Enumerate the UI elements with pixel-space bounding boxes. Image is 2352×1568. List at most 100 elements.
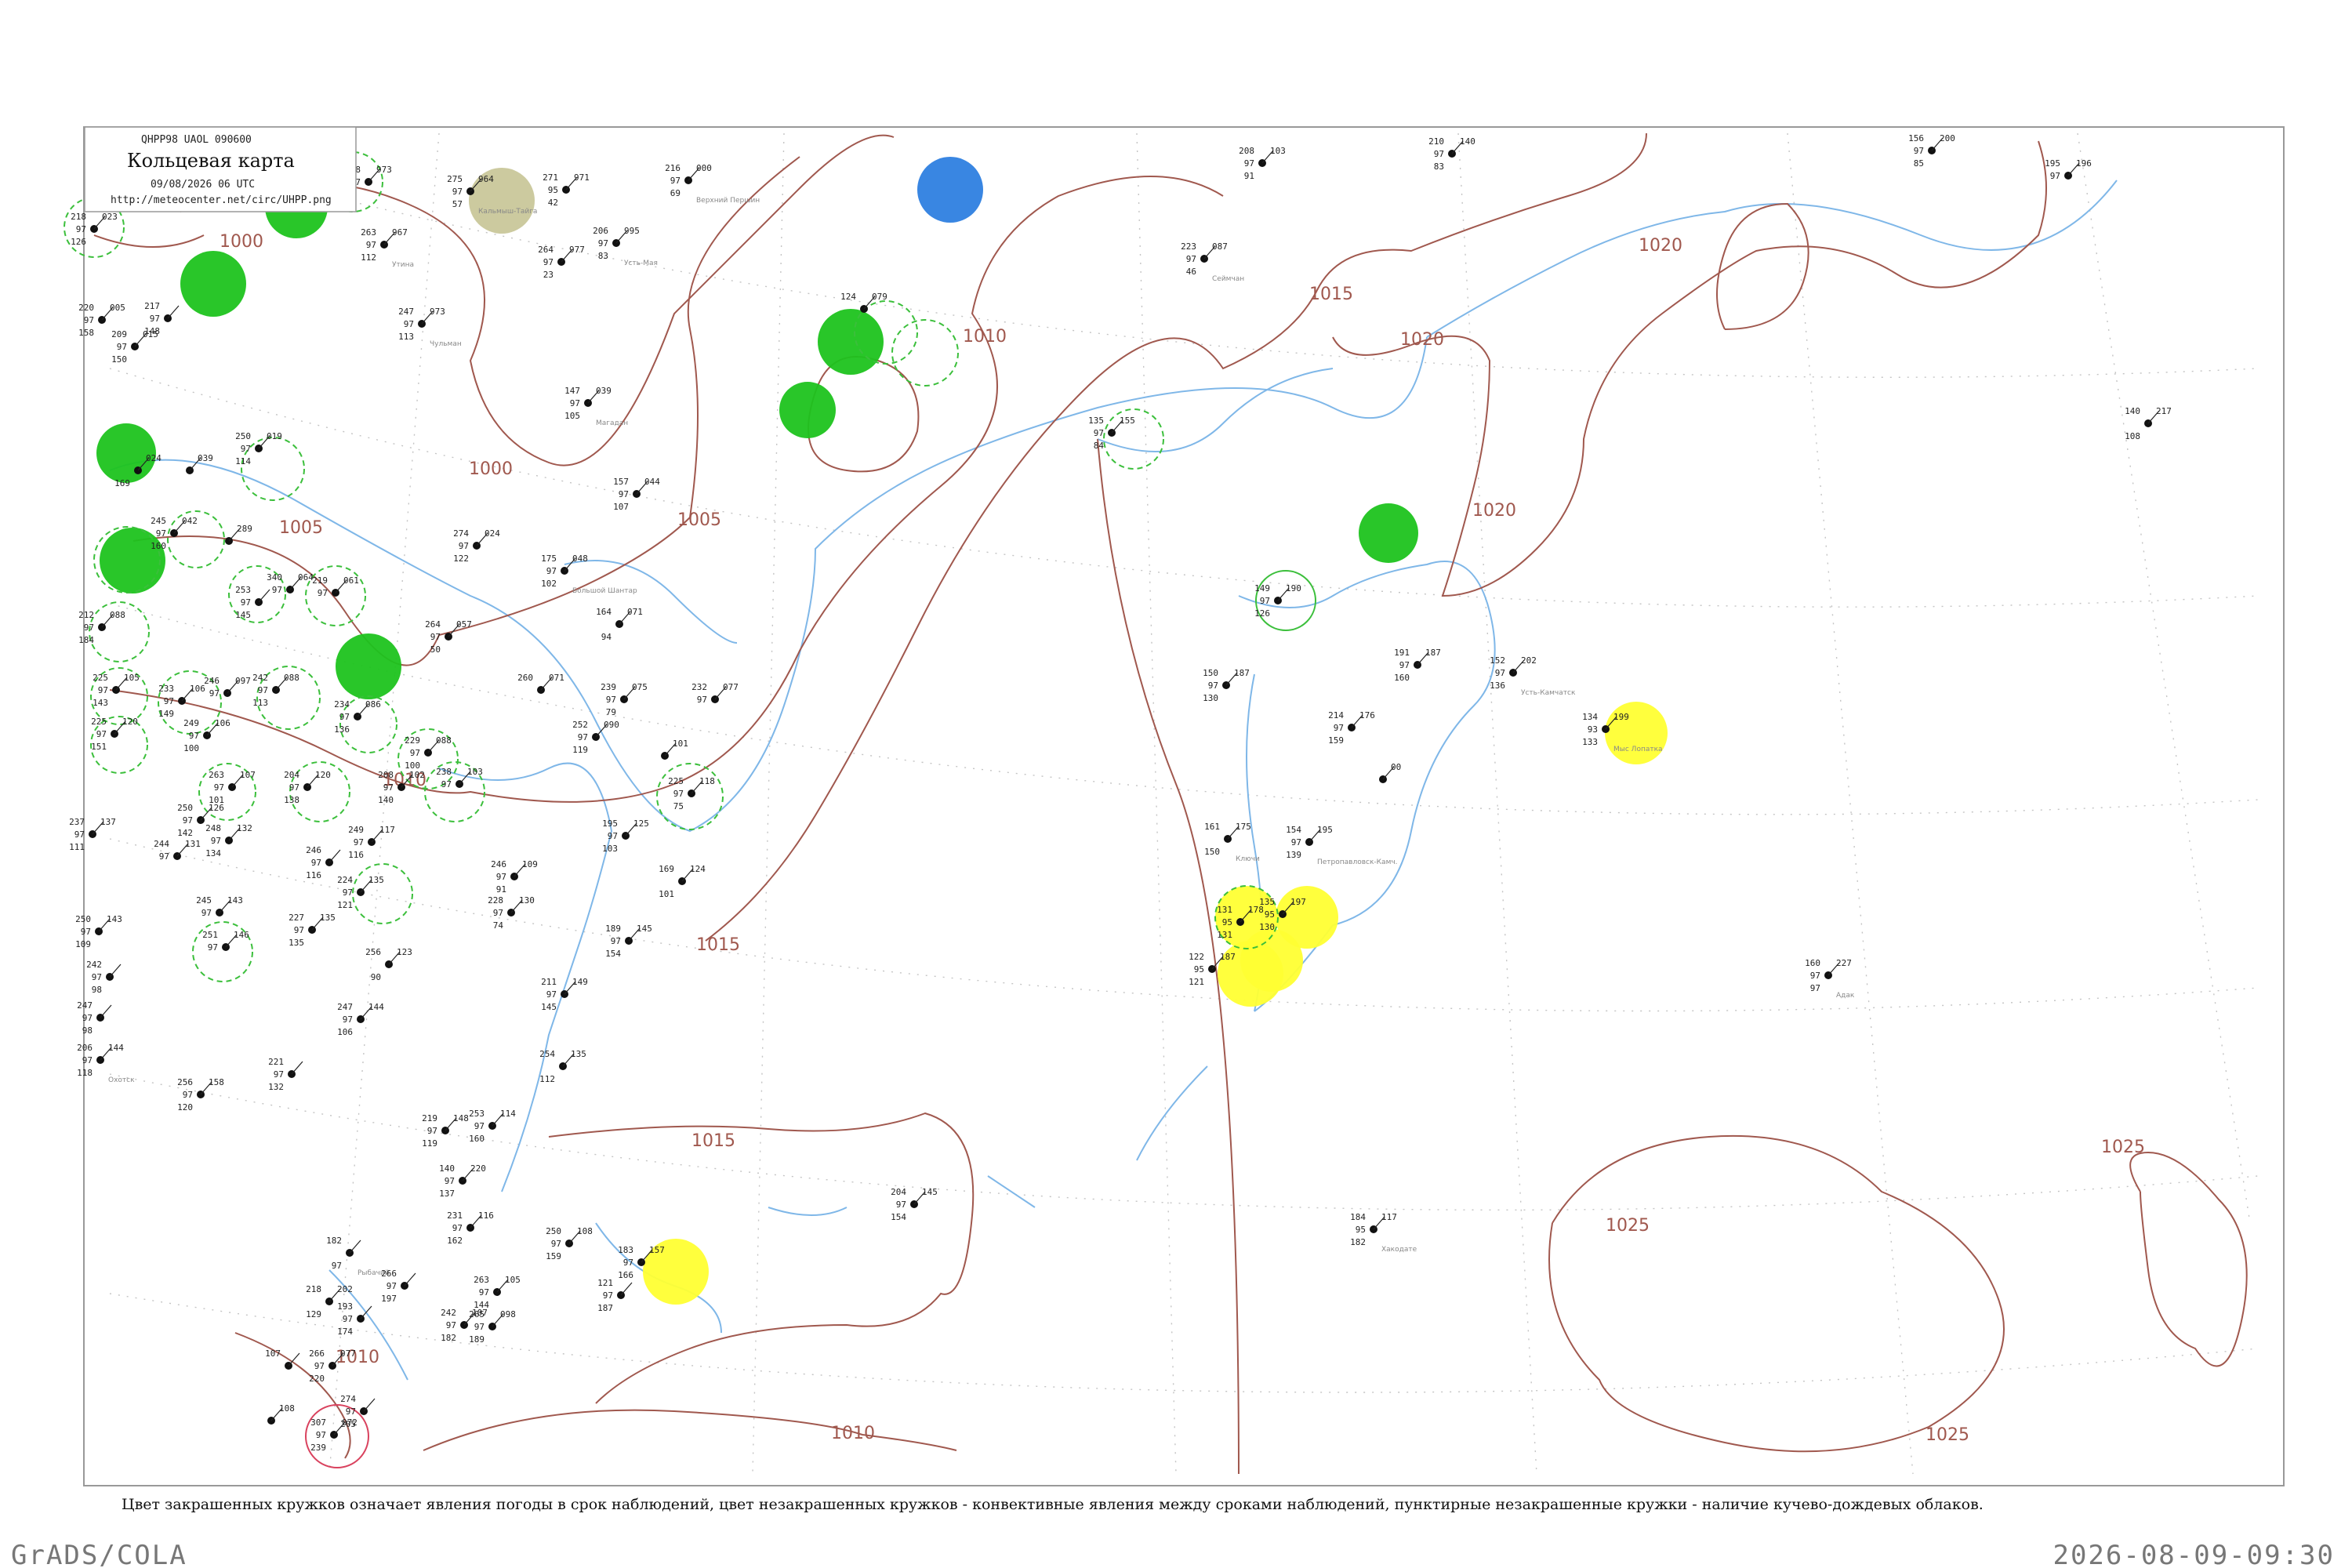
station-value-top: 245	[151, 516, 166, 526]
station-value-top: 161	[1204, 822, 1220, 832]
station-value-right: 088	[284, 673, 299, 683]
station-value-bottom: 116	[348, 850, 364, 860]
station-value-mid: 97	[493, 908, 503, 918]
station-value-bottom: 101	[659, 889, 674, 899]
station-value-right: 108	[279, 1403, 295, 1414]
station-value-right: 098	[500, 1309, 516, 1319]
station-value-right: 149	[572, 977, 588, 987]
station-value-right: 200	[1940, 133, 1955, 143]
station-value-bottom: 118	[77, 1068, 93, 1078]
station-value-right: 106	[190, 684, 205, 694]
station-value-mid: 97	[606, 695, 616, 705]
station-value-right: 057	[456, 619, 472, 630]
station-value-bottom: 184	[78, 635, 94, 645]
station-value-right: 071	[549, 673, 564, 683]
station-value-bottom: 97	[332, 1261, 342, 1271]
station-value-top: 264	[425, 619, 441, 630]
station-value-top: 209	[111, 329, 127, 339]
station-value-mid: 97	[117, 342, 127, 352]
station-value-top: 107	[265, 1348, 281, 1359]
station-value-right: 178	[1248, 905, 1264, 915]
station-value-mid: 97	[578, 732, 588, 742]
station-value-top: 160	[1805, 958, 1820, 968]
station-value-mid: 97	[1334, 723, 1344, 733]
station-value-bottom: 69	[670, 188, 681, 198]
station-value-top: 238	[436, 767, 452, 777]
bulletin-code: QHPP98 UAOL 090600	[141, 134, 252, 146]
station-value-top: 244	[154, 839, 169, 849]
station-value-bottom: 135	[289, 938, 304, 948]
station-value-bottom: 150	[1204, 847, 1220, 857]
station-value-top: 208	[378, 770, 394, 780]
station-value-right: 126	[209, 803, 224, 813]
station-value-right: 039	[596, 386, 612, 396]
station-name: Охотск	[108, 1076, 135, 1084]
station-value-top: 249	[348, 825, 364, 835]
station-value-top: 242	[441, 1308, 456, 1318]
station-value-right: 995	[624, 226, 640, 236]
station-value-right: 135	[571, 1049, 586, 1059]
station-value-bottom: 113	[252, 698, 268, 708]
station-value-mid: 97	[164, 696, 174, 706]
station-value-right: 967	[392, 227, 408, 238]
station-value-bottom: 121	[337, 900, 353, 910]
station-value-right: 157	[649, 1245, 665, 1255]
station-value-bottom: 105	[564, 411, 580, 421]
station-value-bottom: 154	[891, 1212, 906, 1222]
station-value-right: 042	[182, 516, 198, 526]
station-value-top: 247	[337, 1002, 353, 1012]
station-value-top: 263	[361, 227, 376, 238]
station-value-right: 120	[122, 717, 138, 727]
isobar-label: 1020	[1472, 501, 1516, 521]
station-value-mid: 97	[98, 685, 108, 695]
station-value-right: 143	[107, 914, 122, 924]
station-value-right: 106	[215, 718, 230, 728]
station-value-right: 202	[337, 1284, 353, 1294]
station-value-top: 212	[78, 610, 94, 620]
station-value-mid: 97	[496, 872, 506, 882]
isobar-label: 1025	[1926, 1425, 1969, 1445]
station-value-bottom: 137	[439, 1189, 455, 1199]
station-value-right: 108	[577, 1226, 593, 1236]
weather-phenomenon-circle	[818, 309, 884, 375]
station-value-top: 264	[538, 245, 554, 255]
station-value-top: 265	[469, 1309, 485, 1319]
station-value-mid: 97	[1810, 971, 1820, 981]
station-value-bottom: 130	[1259, 922, 1275, 932]
station-value-right: 090	[604, 720, 619, 730]
station-value-top: 245	[196, 895, 212, 906]
station-value-bottom: 151	[91, 742, 107, 752]
weather-phenomenon-circle	[1240, 929, 1303, 992]
station-value-top: 156	[1908, 133, 1924, 143]
station-value-right: 146	[234, 930, 249, 940]
station-value-bottom: 189	[469, 1334, 485, 1345]
station-value-bottom: 79	[606, 707, 616, 717]
station-name: Хакодате	[1381, 1246, 1417, 1254]
station-value-mid: 97	[96, 729, 107, 739]
station-value-right: 075	[632, 682, 648, 692]
station-value-top: 248	[205, 823, 221, 833]
station-value-bottom: 107	[613, 502, 629, 512]
station-value-mid: 97	[619, 489, 629, 499]
station-value-bottom: 132	[268, 1082, 284, 1092]
station-value-top: 121	[597, 1278, 613, 1288]
station-value-bottom: 113	[398, 332, 414, 342]
station-value-right: 187	[1220, 952, 1236, 962]
station-value-right: 103	[1270, 146, 1286, 156]
station-value-mid: 97	[570, 398, 580, 408]
station-value-top: 223	[1181, 241, 1196, 252]
station-value-top: 225	[91, 717, 107, 727]
station-value-bottom: 112	[539, 1074, 555, 1084]
station-value-bottom: 133	[1582, 737, 1598, 747]
station-value-top: 122	[1189, 952, 1204, 962]
station-value-top: 246	[491, 859, 506, 869]
station-value-mid: 97	[159, 851, 169, 862]
station-value-bottom: 145	[235, 610, 251, 620]
station-value-right: 132	[237, 823, 252, 833]
station-value-top: 246	[306, 845, 321, 855]
station-value-mid: 97	[274, 1069, 284, 1080]
station-value-top: 274	[340, 1394, 356, 1404]
station-value-right: 187	[1425, 648, 1441, 658]
weather-phenomenon-circle	[779, 382, 836, 438]
station-value-bottom: 182	[1350, 1237, 1366, 1247]
